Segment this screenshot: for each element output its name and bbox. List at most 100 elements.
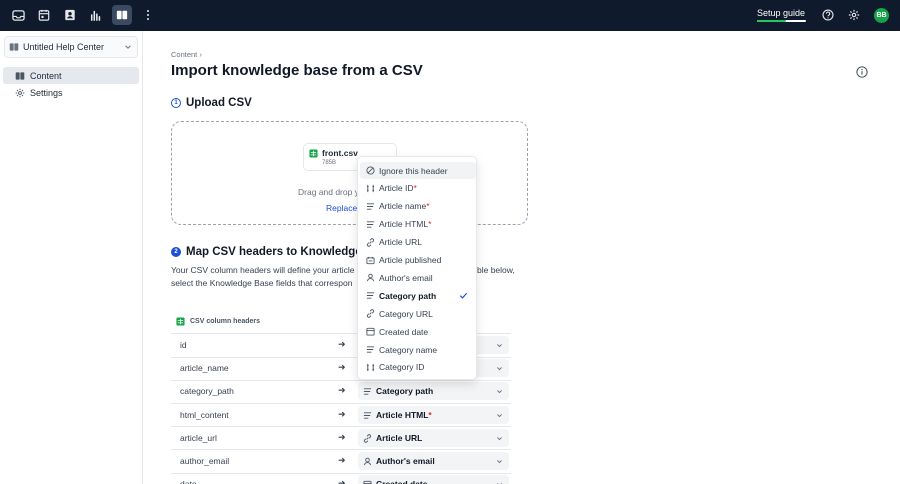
menu-item-label: Article URL [379,237,422,248]
breadcrumb[interactable]: Content › [171,50,202,59]
csv-header-name: id [180,340,187,350]
chevron-down-icon [125,45,131,49]
arrow-right-icon: ➜ [338,455,346,465]
field-dropdown-menu: Ignore this header Article ID * Article nam… [357,156,477,380]
csv-headers-column-header: CSV column headers [176,317,260,326]
step-number: 2 [171,247,181,257]
book-icon [9,43,19,51]
kb-field-select[interactable]: Category path [358,382,509,401]
arrow-right-icon: ➜ [338,478,346,484]
id-icon [366,184,375,192]
sidebar-item-content[interactable]: Content [3,67,139,84]
contacts-icon[interactable] [60,5,80,25]
breadcrumb-content[interactable]: Content [171,50,197,59]
table-divider [171,426,511,428]
table-divider [171,472,511,474]
help-icon[interactable] [818,5,838,25]
text-icon [363,411,372,419]
chevron-down-icon [497,413,502,417]
arrow-right-icon: ➜ [338,339,346,349]
info-icon[interactable] [856,66,868,78]
reports-icon[interactable] [86,5,106,25]
required-marker: * [428,219,432,230]
help-center-selector[interactable]: Untitled Help Center [4,36,138,58]
avatar[interactable]: BB [874,8,889,23]
menu-item[interactable]: Category URL [360,305,476,322]
file-size: 785B [322,160,337,166]
kb-field-select[interactable]: Created date [358,475,509,484]
chevron-down-icon [497,460,502,464]
link-icon [363,434,372,443]
text-icon [363,388,372,396]
description-line-1-end: ble below, [477,265,515,275]
csv-header-name: category_path [180,386,234,397]
menu-item-label: Article ID [379,183,414,194]
menu-item[interactable]: Category name [360,341,476,358]
menu-item[interactable]: Author's email [360,269,476,286]
menu-item[interactable]: Article URL [360,234,476,251]
inbox-icon[interactable] [8,5,28,25]
csv-file-icon [309,149,318,158]
replace-link[interactable]: Replace [326,203,357,213]
menu-item-label: Ignore this header [379,165,448,176]
kb-field-value: Created date [376,479,428,484]
menu-item[interactable]: Article published [360,252,476,269]
menu-item-label: Category path [379,290,437,301]
csv-header-name: article_url [180,432,217,443]
table-divider [171,402,511,404]
step-title: Map CSV headers to Knowledge Ba [186,246,380,258]
more-icon[interactable] [138,5,158,25]
kb-field-select[interactable]: Article HTML * [358,405,509,424]
table-divider [171,449,511,451]
menu-item[interactable]: Article ID * [360,180,476,197]
menu-item-label: Created date [379,326,429,337]
text-icon [366,203,375,210]
drag-drop-text: Drag and drop y [298,187,359,197]
step-title: Upload CSV [186,97,252,109]
step-number: 1 [171,98,181,108]
menu-item[interactable]: Category path [360,287,476,304]
csv-header-name: article_name [180,363,229,374]
calendar-icon[interactable] [34,5,54,25]
chevron-down-icon [497,390,502,394]
text-icon [366,346,375,353]
link-icon [366,309,375,318]
menu-item[interactable]: Ignore this header [360,162,476,179]
checkmark-icon [459,293,468,299]
calendar-icon [363,481,372,484]
ignore-icon [366,166,375,175]
setup-progress-fill [757,20,787,22]
arrow-right-icon: ➜ [338,408,346,419]
menu-item[interactable]: Created date [360,323,476,340]
link-icon [366,237,375,247]
knowledge-base-icon[interactable] [112,5,132,25]
csv-header-name: date [180,479,197,484]
menu-item-label: Article published [379,255,442,265]
arrow-right-icon: ➜ [338,431,346,442]
required-marker: * [428,409,432,420]
sidebar-item-settings[interactable]: Settings [3,84,139,101]
setup-progress-bar [757,20,806,22]
chevron-down-icon [497,344,502,348]
kb-field-select[interactable]: Author's email [358,452,509,470]
kb-field-select[interactable]: Article URL [358,428,509,447]
step-map-heading: 2 Map CSV headers to Knowledge Ba [171,246,380,258]
csv-header-name: author_email [180,456,230,466]
required-marker: * [413,183,417,194]
required-marker: * [426,201,430,212]
file-name: front.csv [322,148,358,158]
menu-item[interactable]: Category ID [360,359,476,376]
book-icon [15,72,25,80]
setup-guide-link[interactable]: Setup guide [757,8,805,18]
page-title: Import knowledge base from a CSV [171,62,423,79]
publish-icon [366,256,375,264]
top-bar: Setup guide BB [0,0,900,31]
menu-item[interactable]: Article name * [360,198,476,215]
sidebar-item-label: Settings [30,87,63,98]
menu-item-label: Article name [379,201,427,212]
menu-item-label: Category name [379,344,438,355]
chevron-down-icon [497,436,502,441]
chevron-down-icon [497,367,502,371]
menu-item[interactable]: Article HTML * [360,216,476,233]
gear-icon[interactable] [844,5,864,25]
